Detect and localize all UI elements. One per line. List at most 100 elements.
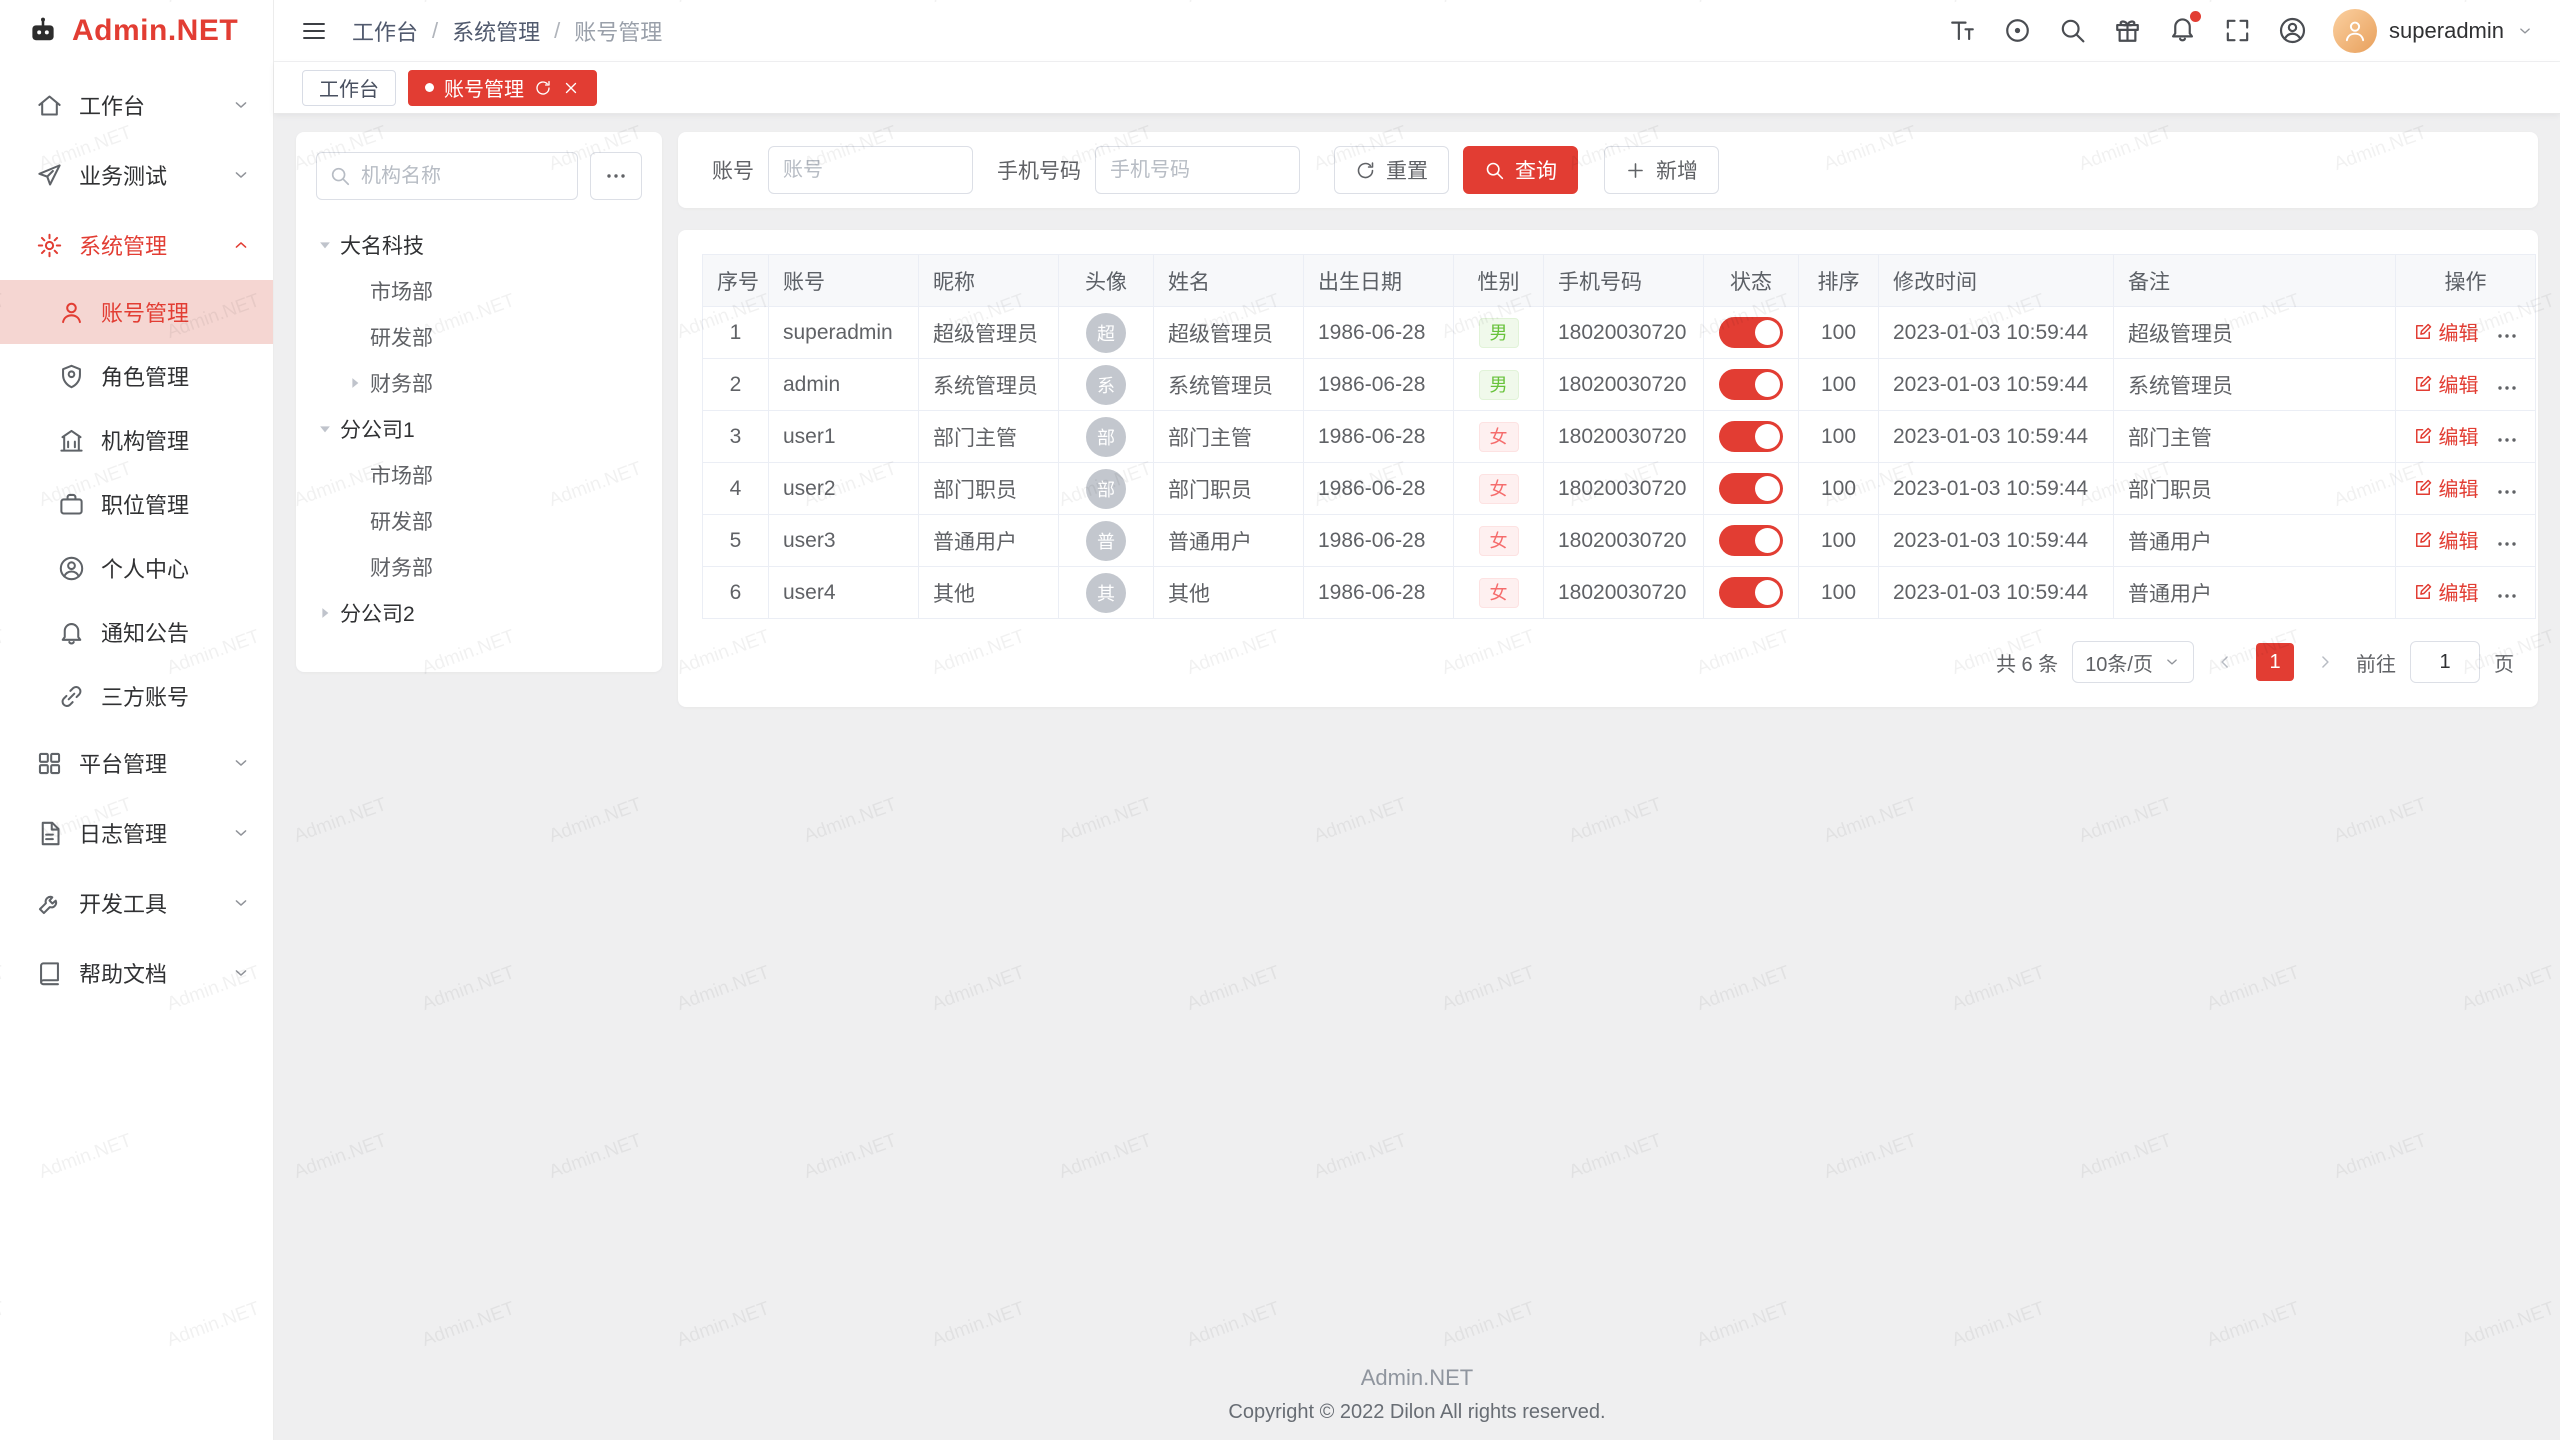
edit-button[interactable]: 编辑 (2413, 317, 2479, 346)
sidebar-item-log-management[interactable]: 日志管理 (0, 798, 273, 868)
tree-more-button[interactable] (590, 152, 642, 200)
tree-node[interactable]: 市场部 (316, 268, 642, 314)
status-switch[interactable] (1719, 421, 1783, 452)
row-more-button[interactable] (2495, 532, 2519, 556)
sidebar-item-personal-center[interactable]: 个人中心 (0, 536, 273, 600)
notification-button[interactable] (2168, 14, 2197, 48)
caret-right-icon[interactable] (346, 374, 364, 392)
edit-button[interactable]: 编辑 (2413, 525, 2479, 554)
edit-button[interactable]: 编辑 (2413, 421, 2479, 450)
cell-phone: 18020030720 (1544, 567, 1704, 619)
tab-workbench[interactable]: 工作台 (302, 70, 396, 106)
cell-no: 6 (703, 567, 769, 619)
tab-account-management[interactable]: 账号管理 (408, 70, 597, 106)
tree-node[interactable]: 大名科技 (316, 222, 642, 268)
breadcrumb-item[interactable]: 系统管理 (452, 15, 540, 47)
breadcrumb-item[interactable]: 工作台 (352, 15, 418, 47)
cell-remark: 超级管理员 (2114, 307, 2396, 359)
page-size-value: 10条/页 (2085, 648, 2153, 677)
edit-label: 编辑 (2439, 369, 2479, 398)
fullscreen-icon[interactable] (2223, 16, 2252, 45)
search-icon (329, 165, 351, 187)
table-row: 4 user2 部门职员 部 部门职员 1986-06-28 女 1802003… (703, 463, 2536, 515)
font-size-icon[interactable] (1948, 16, 1977, 45)
row-more-button[interactable] (2495, 376, 2519, 400)
refresh-icon[interactable] (534, 79, 552, 97)
profile-icon[interactable] (2278, 16, 2307, 45)
cell-phone: 18020030720 (1544, 359, 1704, 411)
caret-right-icon[interactable] (316, 604, 334, 622)
page-number-current[interactable]: 1 (2256, 643, 2294, 681)
tree-node[interactable]: 市场部 (316, 452, 642, 498)
cell-remark: 部门主管 (2114, 411, 2396, 463)
phone-input[interactable] (1095, 146, 1300, 194)
sidebar-item-help-docs[interactable]: 帮助文档 (0, 938, 273, 1008)
chevron-down-icon (231, 165, 251, 185)
plus-icon (1625, 160, 1646, 181)
theme-gift-icon[interactable] (2113, 16, 2142, 45)
cell-time: 2023-01-03 10:59:44 (1879, 515, 2114, 567)
page-footer: Admin.NET Copyright © 2022 Dilon All rig… (274, 1365, 2560, 1424)
sidebar-item-workbench[interactable]: 工作台 (0, 70, 273, 140)
tree-node[interactable]: 分公司2 (316, 590, 642, 636)
account-input[interactable] (768, 146, 973, 194)
gender-tag: 女 (1479, 578, 1519, 608)
caret-down-icon[interactable] (316, 236, 334, 254)
prev-page-button[interactable] (2208, 645, 2242, 679)
sidebar-item-position-management[interactable]: 职位管理 (0, 472, 273, 536)
sidebar-item-business-test[interactable]: 业务测试 (0, 140, 273, 210)
reset-button[interactable]: 重置 (1334, 146, 1449, 194)
menu-label: 职位管理 (101, 488, 189, 520)
edit-button[interactable]: 编辑 (2413, 369, 2479, 398)
search-icon[interactable] (2058, 16, 2087, 45)
user-avatar (2333, 9, 2377, 53)
add-button[interactable]: 新增 (1604, 146, 1719, 194)
cell-birthday: 1986-06-28 (1304, 359, 1454, 411)
status-switch[interactable] (1719, 317, 1783, 348)
collapse-menu-button[interactable] (300, 17, 328, 45)
row-more-button[interactable] (2495, 480, 2519, 504)
tree-node[interactable]: 研发部 (316, 314, 642, 360)
sidebar-item-notice[interactable]: 通知公告 (0, 600, 273, 664)
tree-node[interactable]: 分公司1 (316, 406, 642, 452)
briefcase-icon (58, 491, 85, 518)
sidebar-item-org-management[interactable]: 机构管理 (0, 408, 273, 472)
cell-sort: 100 (1799, 567, 1879, 619)
edit-button[interactable]: 编辑 (2413, 473, 2479, 502)
status-switch[interactable] (1719, 473, 1783, 504)
row-more-button[interactable] (2495, 324, 2519, 348)
next-page-button[interactable] (2308, 645, 2342, 679)
sidebar-item-account-management[interactable]: 账号管理 (0, 280, 273, 344)
caret-down-icon[interactable] (316, 420, 334, 438)
tree-node[interactable]: 财务部 (316, 544, 642, 590)
app-root: Admin.NET 工作台 业务测试 系统管理 账号管理 (0, 0, 2560, 1440)
logo[interactable]: Admin.NET (0, 0, 273, 62)
row-more-button[interactable] (2495, 428, 2519, 452)
status-switch[interactable] (1719, 577, 1783, 608)
tree-node[interactable]: 研发部 (316, 498, 642, 544)
sidebar-item-platform-management[interactable]: 平台管理 (0, 728, 273, 798)
page-size-select[interactable]: 10条/页 (2072, 641, 2194, 683)
tree-node[interactable]: 财务部 (316, 360, 642, 406)
sidebar-item-third-party-account[interactable]: 三方账号 (0, 664, 273, 728)
edit-button[interactable]: 编辑 (2413, 577, 2479, 606)
org-tree-panel: 大名科技 市场部 研发部 财务部 分公司1 市场部 研发部 财务部 分公司2 (296, 132, 662, 672)
cell-account: user4 (769, 567, 919, 619)
close-icon[interactable] (562, 79, 580, 97)
goto-page-input[interactable] (2410, 641, 2480, 683)
cell-account: user1 (769, 411, 919, 463)
cell-time: 2023-01-03 10:59:44 (1879, 463, 2114, 515)
status-switch[interactable] (1719, 525, 1783, 556)
sidebar-item-system-management[interactable]: 系统管理 (0, 210, 273, 280)
org-search-input[interactable] (359, 164, 565, 189)
table-row: 1 superadmin 超级管理员 超 超级管理员 1986-06-28 男 … (703, 307, 2536, 359)
row-more-button[interactable] (2495, 584, 2519, 608)
search-button[interactable]: 查询 (1463, 146, 1578, 194)
theme-color-icon[interactable] (2003, 16, 2032, 45)
sidebar-item-role-management[interactable]: 角色管理 (0, 344, 273, 408)
menu-label: 平台管理 (79, 747, 167, 779)
sidebar-item-dev-tools[interactable]: 开发工具 (0, 868, 273, 938)
user-menu[interactable]: superadmin (2333, 9, 2534, 53)
status-switch[interactable] (1719, 369, 1783, 400)
tree-node-label: 分公司1 (340, 414, 415, 444)
